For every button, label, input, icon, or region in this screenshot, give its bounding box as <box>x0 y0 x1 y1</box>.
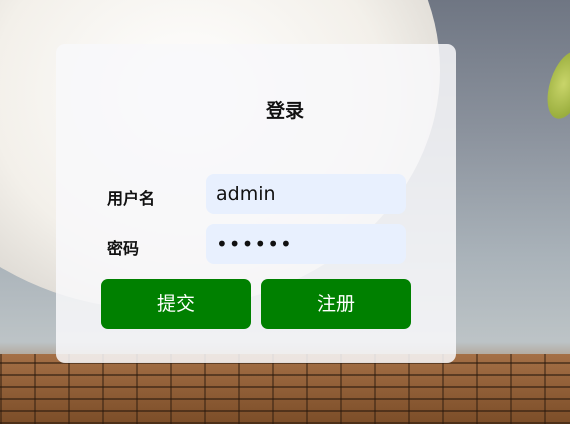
username-input[interactable]: admin <box>206 174 406 214</box>
register-button[interactable]: 注册 <box>261 279 411 329</box>
background-mat <box>0 354 570 424</box>
password-label: 密码 <box>107 239 140 258</box>
submit-button[interactable]: 提交 <box>101 279 251 329</box>
password-input[interactable]: •••••• <box>206 224 406 264</box>
username-label: 用户名 <box>107 189 156 208</box>
page-title: 登录 <box>265 100 304 122</box>
